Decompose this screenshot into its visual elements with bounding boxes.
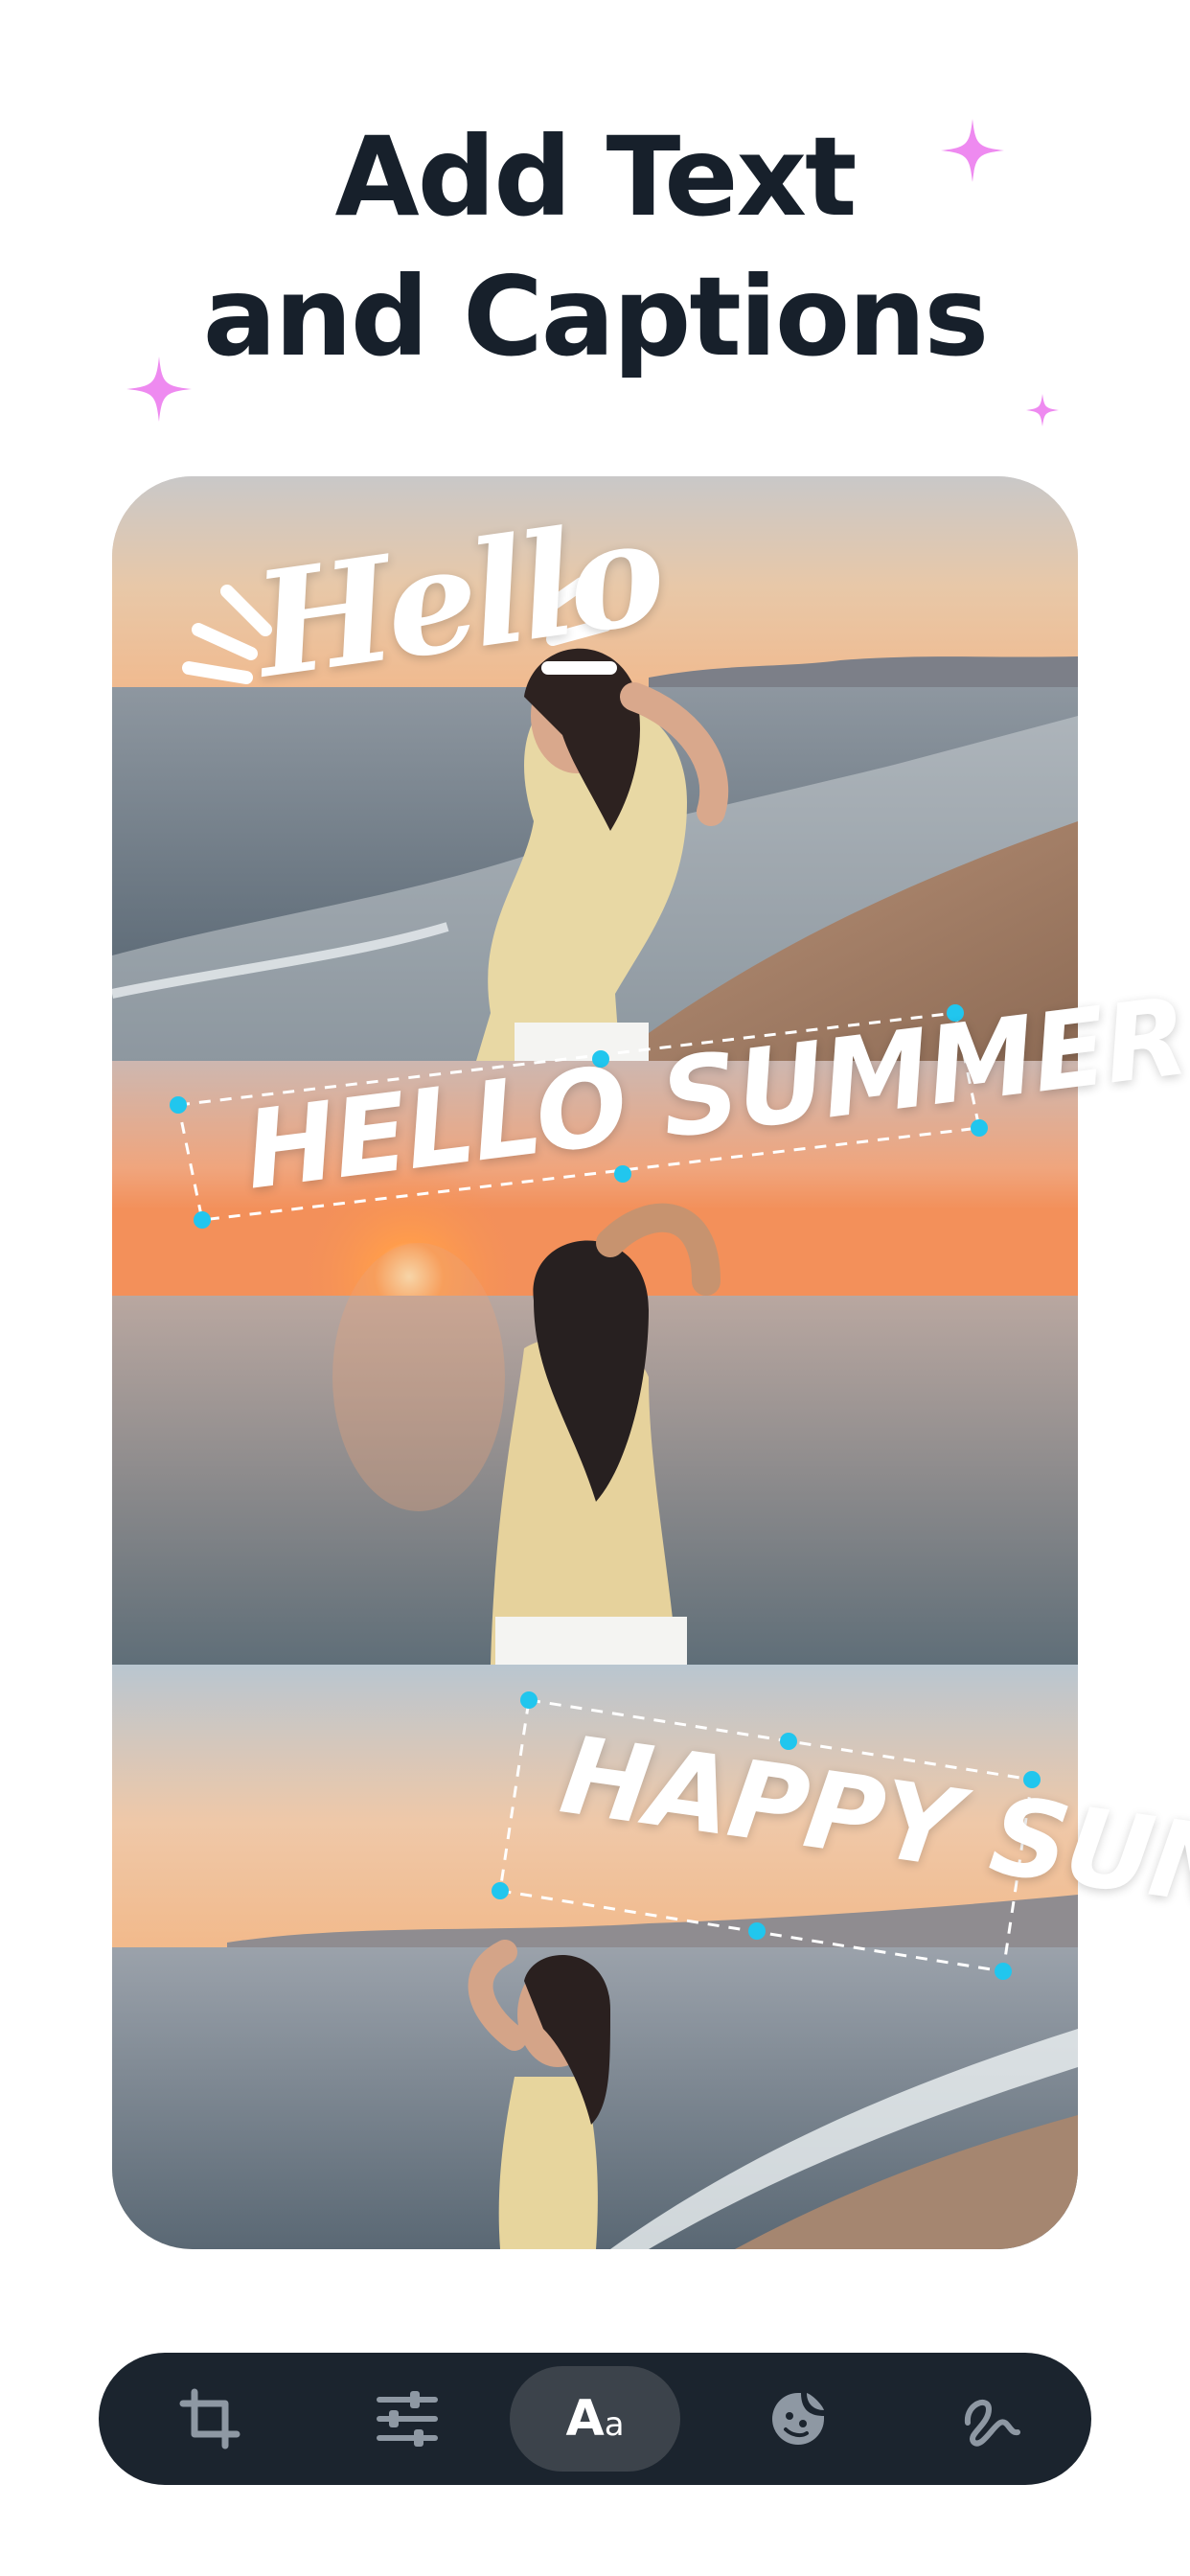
photo-panel-beach-walk (112, 476, 1078, 1061)
draw-icon (964, 2400, 1020, 2447)
sparkle-icon (1026, 394, 1059, 426)
text-icon-small-letter: a (604, 2405, 625, 2444)
tool-sticker[interactable] (713, 2366, 883, 2472)
text-icon: Aa (565, 2390, 624, 2448)
crop-icon (179, 2388, 240, 2450)
sparkle-icon (126, 356, 192, 422)
headline-line-1: Add Text (334, 113, 857, 241)
photo-panel-sunset-back (112, 1061, 1078, 1665)
tool-text[interactable]: Aa (510, 2366, 680, 2472)
tool-adjust[interactable] (322, 2366, 492, 2472)
photo-collage (112, 476, 1078, 2249)
text-icon-large-letter: A (565, 2390, 605, 2448)
adjust-sliders-icon (377, 2391, 438, 2447)
sticker-icon (772, 2393, 824, 2445)
tool-crop[interactable] (125, 2366, 295, 2472)
headline: Add Text and Captions (0, 107, 1190, 387)
sparkle-icon (941, 119, 1004, 182)
tool-draw[interactable] (906, 2366, 1077, 2472)
editor-toolbar: Aa (99, 2353, 1091, 2485)
photo-panel-beach-pose (112, 1665, 1078, 2249)
